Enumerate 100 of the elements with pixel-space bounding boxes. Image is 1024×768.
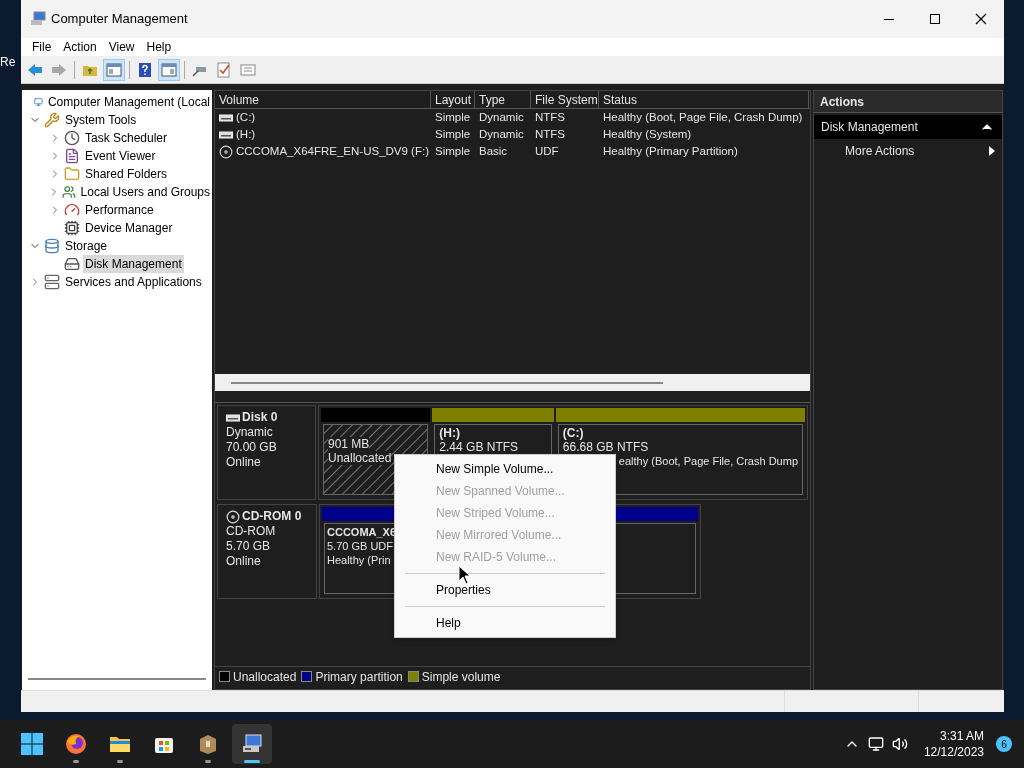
table-cell-text: Dynamic (479, 109, 524, 125)
column-header[interactable]: File System (531, 91, 599, 108)
scrollbar[interactable] (28, 678, 206, 680)
drive-icon (219, 112, 233, 123)
tree-item[interactable]: Local Users and Groups (78, 183, 212, 201)
pane-icon (106, 61, 122, 78)
menu-item[interactable]: Help (141, 38, 177, 56)
tree-item[interactable]: Device Manager (83, 219, 175, 237)
table-cell-text: Simple (435, 143, 471, 159)
column-header[interactable]: Layout (431, 91, 475, 108)
toolbar-button[interactable] (103, 58, 125, 81)
mouse-cursor-icon (458, 565, 472, 585)
server-icon (44, 274, 60, 290)
document-icon (64, 148, 80, 164)
table-cell-text: (H:) (236, 126, 256, 142)
legend-label: Simple volume (421, 668, 501, 686)
column-header[interactable]: Volume (215, 91, 431, 108)
submenu-arrow-icon (989, 146, 995, 156)
window-title: Computer Management (51, 10, 188, 29)
table-cell-text: Dynamic (479, 126, 524, 142)
drive-icon (219, 129, 233, 140)
column-header[interactable]: Type (475, 91, 531, 108)
legend-label: Unallocated (233, 668, 297, 686)
column-header[interactable]: Status (599, 91, 809, 108)
clock-time[interactable]: 3:31 AM (939, 728, 984, 744)
partition-info: Healthy (Prin (327, 553, 391, 567)
cd-drive-icon (219, 144, 233, 159)
partition-info: Unallocated (328, 451, 392, 465)
disk-name: CD-ROM 0 (242, 509, 302, 524)
disk-name: Disk 0 (242, 410, 278, 425)
table-cell-text: Healthy (System) (603, 126, 692, 142)
folder-icon (64, 166, 80, 182)
pane-icon (161, 61, 177, 78)
menu-item[interactable]: File (27, 38, 57, 56)
desktop-label: Re (0, 55, 16, 69)
storage-icon (44, 238, 60, 254)
disk-info: 70.00 GB (226, 440, 278, 455)
menu-item[interactable]: Properties (399, 579, 611, 601)
partition-info: 5.70 GB UDF (327, 539, 394, 553)
table-cell-text: Basic (479, 143, 508, 159)
disk-info: 5.70 GB (226, 539, 272, 554)
disk-info: CD-ROM (226, 524, 277, 539)
tree-item[interactable]: Event Viewer (83, 147, 158, 165)
volume-icon[interactable] (891, 736, 908, 752)
table-cell-text: CCCOMA_X64FRE_EN-US_DV9 (F:) (236, 143, 429, 159)
table-cell-text: NTFS (535, 126, 566, 142)
table-cell-text: Healthy (Boot, Page File, Crash Dump) (603, 109, 803, 125)
partition-info: 2.44 GB NTFS (439, 440, 519, 454)
back-arrow-icon (27, 61, 43, 78)
tree-item[interactable]: Computer Management (Local (45, 93, 212, 111)
clock-icon (64, 130, 80, 146)
disk-info: Online (226, 554, 262, 569)
partition-title: CCCOMA_X6 (327, 525, 397, 539)
partition-info: ealthy (Boot, Page File, Crash Dump (618, 454, 798, 468)
tree-item[interactable]: Disk Management (83, 255, 184, 273)
tree-item[interactable]: Shared Folders (83, 165, 170, 183)
actions-header: Actions (814, 91, 1002, 113)
partition-info: 901 MB (328, 437, 370, 451)
clock-date[interactable]: 12/12/2023 (923, 744, 984, 760)
legend-label: Primary partition (315, 668, 403, 686)
drive-icon (226, 412, 240, 423)
fox-browser-icon (64, 732, 88, 756)
action-link[interactable]: More Actions (845, 142, 915, 160)
cd-drive-icon (226, 509, 240, 524)
chip-icon (64, 220, 80, 236)
tree-item[interactable]: Storage (63, 237, 110, 255)
table-cell-text: UDF (535, 143, 559, 159)
table-cell-text: Simple (435, 109, 471, 125)
tree-item[interactable]: Services and Applications (63, 273, 204, 291)
disk-info: Dynamic (226, 425, 274, 440)
help-icon (137, 61, 153, 78)
computer-management-icon (30, 11, 46, 27)
toolbar-button[interactable] (158, 58, 180, 81)
tree-item[interactable]: Task Scheduler (83, 129, 170, 147)
partition-title: (C:) (562, 426, 584, 440)
tree-item[interactable]: Performance (83, 201, 156, 219)
table-cell-text: (C:) (236, 109, 256, 125)
notification-badge[interactable]: 6 (996, 736, 1012, 752)
forward-arrow-icon (51, 61, 67, 78)
partition-title: (H:) (439, 426, 460, 440)
table-cell-text: Simple (435, 126, 471, 142)
gauge-icon (64, 202, 80, 218)
checklist-icon (216, 61, 232, 78)
partition-info: 66.68 GB NTFS (562, 440, 649, 454)
menu-item[interactable]: View (103, 38, 140, 56)
menu-item[interactable]: Action (58, 38, 102, 56)
table-cell-text: Healthy (Primary Partition) (603, 143, 738, 159)
properties-icon (240, 61, 256, 78)
actions-section[interactable]: Disk Management (814, 115, 1002, 139)
menu-item[interactable]: New Simple Volume... (399, 458, 611, 480)
tree-item[interactable]: System Tools (63, 111, 139, 129)
scrollbar[interactable] (231, 381, 663, 384)
users-icon (61, 184, 76, 200)
wrench-icon (44, 112, 60, 128)
section-title: Disk Management (821, 119, 918, 136)
disk-info: Online (226, 455, 262, 470)
taskbar-button[interactable] (232, 724, 272, 764)
table-cell-text: NTFS (535, 109, 566, 125)
menu-item[interactable]: Help (399, 612, 611, 634)
drive-icon (64, 256, 80, 272)
